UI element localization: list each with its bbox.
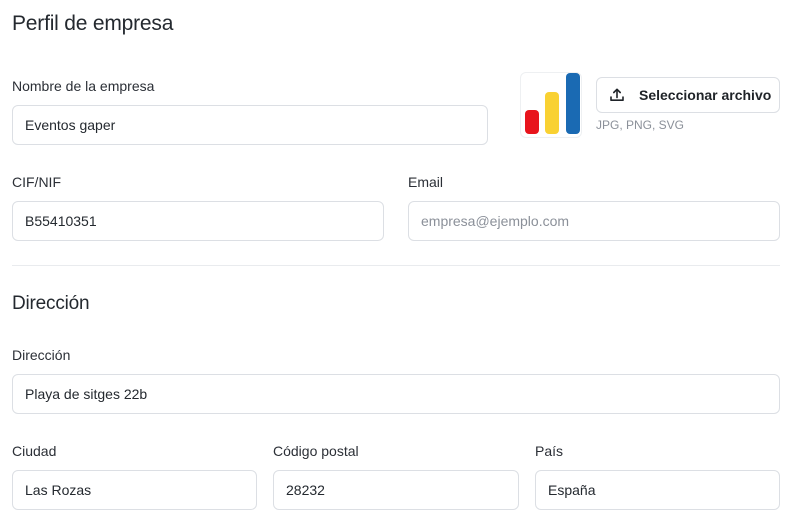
- tax-id-input[interactable]: [12, 201, 384, 241]
- logo-bar-yellow: [545, 92, 559, 134]
- street-input[interactable]: [12, 374, 780, 414]
- address-section-title: Dirección: [12, 293, 90, 314]
- email-input[interactable]: [408, 201, 780, 241]
- file-types-hint: JPG, PNG, SVG: [596, 118, 685, 132]
- country-label: País: [535, 443, 564, 459]
- select-file-label: Seleccionar archivo: [639, 87, 772, 103]
- city-label: Ciudad: [12, 443, 57, 459]
- postal-code-label: Código postal: [273, 443, 359, 459]
- street-label: Dirección: [12, 347, 71, 363]
- company-profile-form: Perfil de empresa Nombre de la empresa S…: [0, 0, 798, 524]
- company-name-input[interactable]: [12, 105, 488, 145]
- logo-bar-red: [525, 110, 539, 134]
- country-input[interactable]: [535, 470, 780, 510]
- tax-id-label: CIF/NIF: [12, 174, 61, 190]
- select-file-button[interactable]: Seleccionar archivo: [596, 77, 780, 113]
- city-input[interactable]: [12, 470, 257, 510]
- section-divider: [12, 265, 780, 266]
- logo-bar-blue: [566, 73, 580, 134]
- page-title: Perfil de empresa: [12, 12, 174, 35]
- company-logo: [520, 72, 582, 138]
- email-label: Email: [408, 174, 444, 190]
- company-name-label: Nombre de la empresa: [12, 78, 155, 94]
- upload-icon: [609, 87, 625, 103]
- postal-code-input[interactable]: [273, 470, 519, 510]
